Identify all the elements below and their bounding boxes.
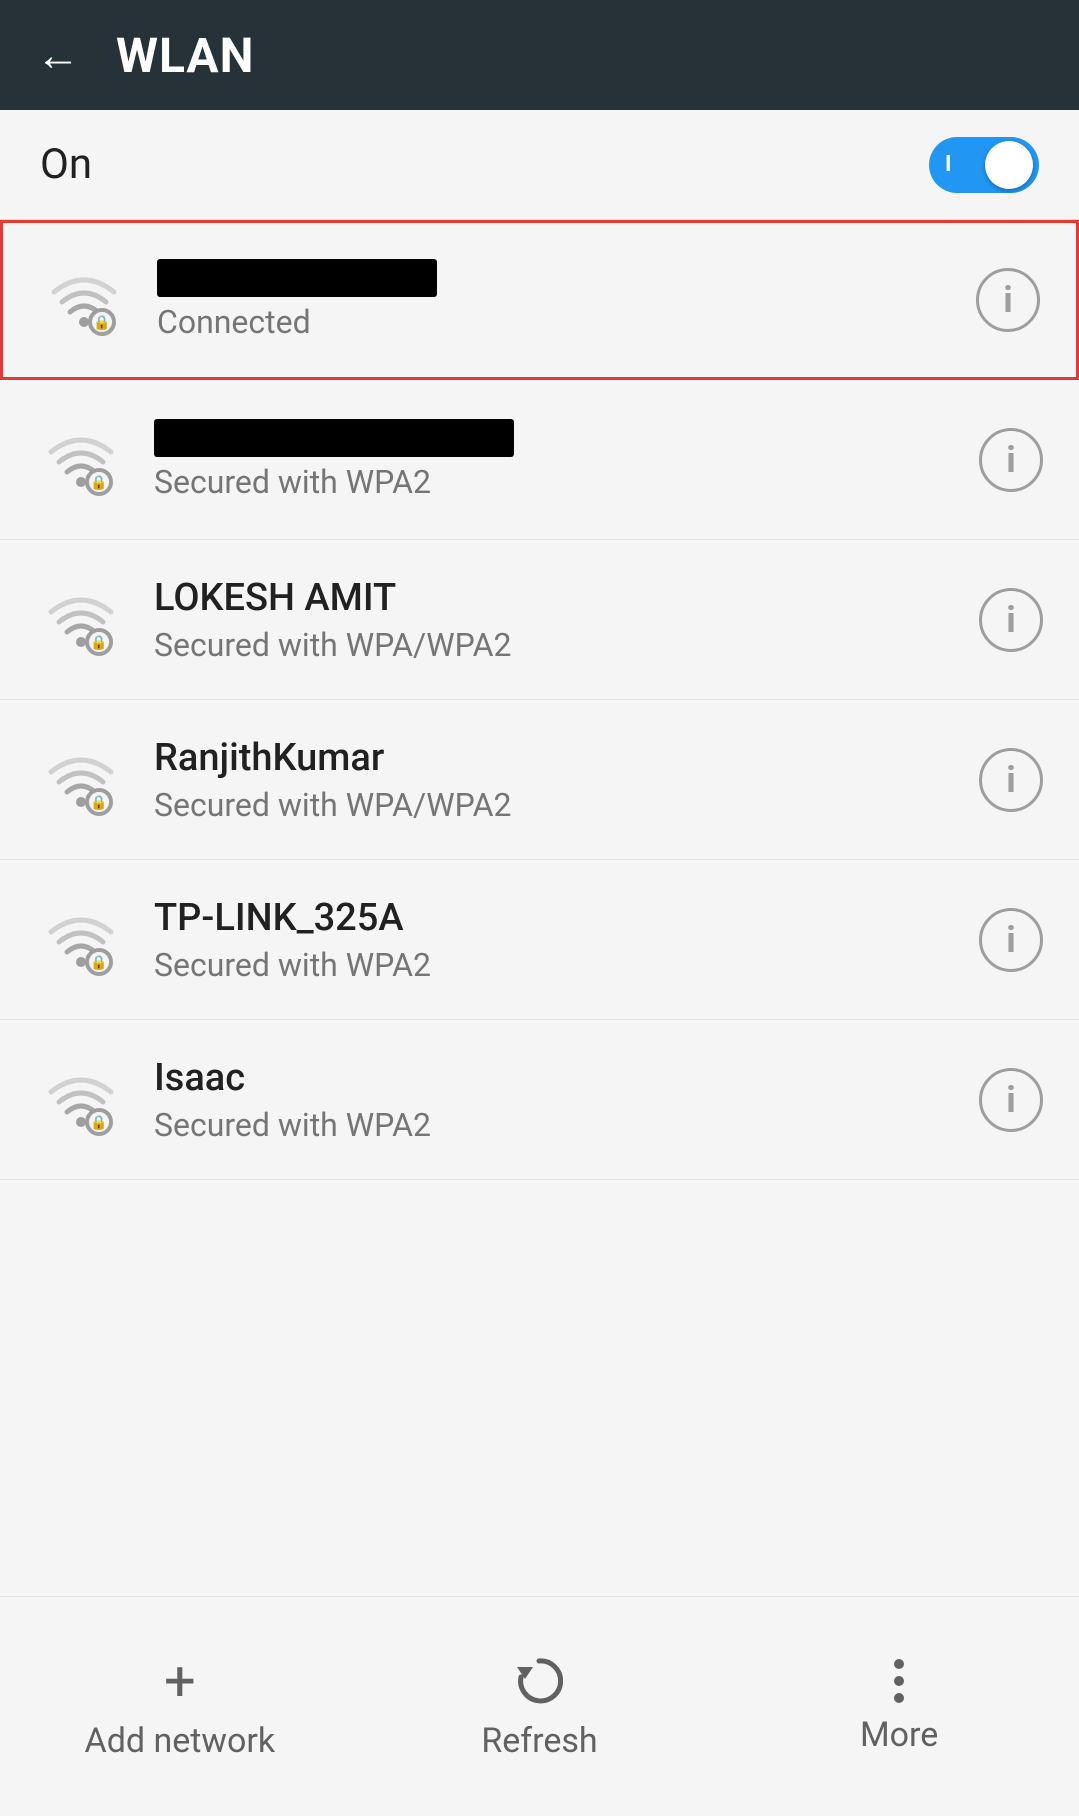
wifi-icon-2: 🔒	[36, 415, 126, 505]
network-isaac-status: Secured with WPA2	[154, 1106, 951, 1144]
wifi-icon-tplink: 🔒	[36, 895, 126, 985]
svg-text:🔒: 🔒	[90, 954, 107, 971]
network-list: 🔒 Connected i 🔒 Secured with	[0, 220, 1079, 1596]
connected-network-name-redacted	[157, 259, 437, 297]
network-isaac-info-button[interactable]: i	[979, 1068, 1043, 1132]
network-lokesh-name: LOKESH AMIT	[154, 576, 951, 620]
svg-text:🔒: 🔒	[90, 794, 107, 811]
refresh-button[interactable]: Refresh	[439, 1653, 639, 1761]
network-tplink-text: TP-LINK_325A Secured with WPA2	[154, 896, 951, 984]
connected-network-info-button[interactable]: i	[976, 268, 1040, 332]
network-lokesh-text: LOKESH AMIT Secured with WPA/WPA2	[154, 576, 951, 664]
refresh-label: Refresh	[481, 1721, 597, 1761]
header: ← WLAN	[0, 0, 1079, 110]
network-2-info-button[interactable]: i	[979, 428, 1043, 492]
network-item-connected[interactable]: 🔒 Connected i	[0, 220, 1079, 380]
more-button[interactable]: More	[799, 1659, 999, 1755]
wifi-toggle-switch[interactable]: I	[929, 137, 1039, 193]
network-item-lokesh[interactable]: 🔒 LOKESH AMIT Secured with WPA/WPA2 i	[0, 540, 1079, 700]
network-tplink-info-button[interactable]: i	[979, 908, 1043, 972]
add-network-button[interactable]: + Add network	[80, 1653, 280, 1761]
wifi-toggle-row: On I	[0, 110, 1079, 220]
add-network-icon: +	[164, 1653, 196, 1709]
network-ranjith-status: Secured with WPA/WPA2	[154, 786, 951, 824]
network-item-2[interactable]: 🔒 Secured with WPA2 i	[0, 380, 1079, 540]
network-item-tplink[interactable]: 🔒 TP-LINK_325A Secured with WPA2 i	[0, 860, 1079, 1020]
network-isaac-text: Isaac Secured with WPA2	[154, 1056, 951, 1144]
network-lokesh-status: Secured with WPA/WPA2	[154, 626, 951, 664]
network-2-name-redacted	[154, 419, 514, 457]
back-button[interactable]: ←	[36, 33, 80, 77]
network-isaac-name: Isaac	[154, 1056, 951, 1100]
network-item-isaac[interactable]: 🔒 Isaac Secured with WPA2 i	[0, 1020, 1079, 1180]
wifi-toggle-label: On	[40, 140, 92, 189]
svg-text:🔒: 🔒	[90, 1114, 107, 1131]
network-ranjith-text: RanjithKumar Secured with WPA/WPA2	[154, 736, 951, 824]
connected-network-text: Connected	[157, 259, 948, 341]
bottom-bar: + Add network Refresh More	[0, 1596, 1079, 1816]
wifi-icon-lokesh: 🔒	[36, 575, 126, 665]
network-ranjith-name: RanjithKumar	[154, 736, 951, 780]
add-network-label: Add network	[85, 1721, 276, 1761]
wifi-icon-ranjith: 🔒	[36, 735, 126, 825]
network-lokesh-info-button[interactable]: i	[979, 588, 1043, 652]
network-tplink-name: TP-LINK_325A	[154, 896, 951, 940]
network-2-text: Secured with WPA2	[154, 419, 951, 501]
more-label: More	[860, 1715, 938, 1755]
svg-text:🔒: 🔒	[90, 474, 107, 491]
toggle-indicator: I	[945, 152, 951, 177]
refresh-icon	[511, 1653, 567, 1709]
svg-text:🔒: 🔒	[93, 314, 110, 331]
network-2-status: Secured with WPA2	[154, 463, 951, 501]
connected-network-status: Connected	[157, 303, 948, 341]
more-icon	[894, 1659, 904, 1703]
page-title: WLAN	[116, 27, 255, 84]
network-item-ranjith[interactable]: 🔒 RanjithKumar Secured with WPA/WPA2 i	[0, 700, 1079, 860]
network-tplink-status: Secured with WPA2	[154, 946, 951, 984]
wifi-icon-isaac: 🔒	[36, 1055, 126, 1145]
svg-text:🔒: 🔒	[90, 634, 107, 651]
wifi-icon-connected: 🔒	[39, 255, 129, 345]
network-ranjith-info-button[interactable]: i	[979, 748, 1043, 812]
